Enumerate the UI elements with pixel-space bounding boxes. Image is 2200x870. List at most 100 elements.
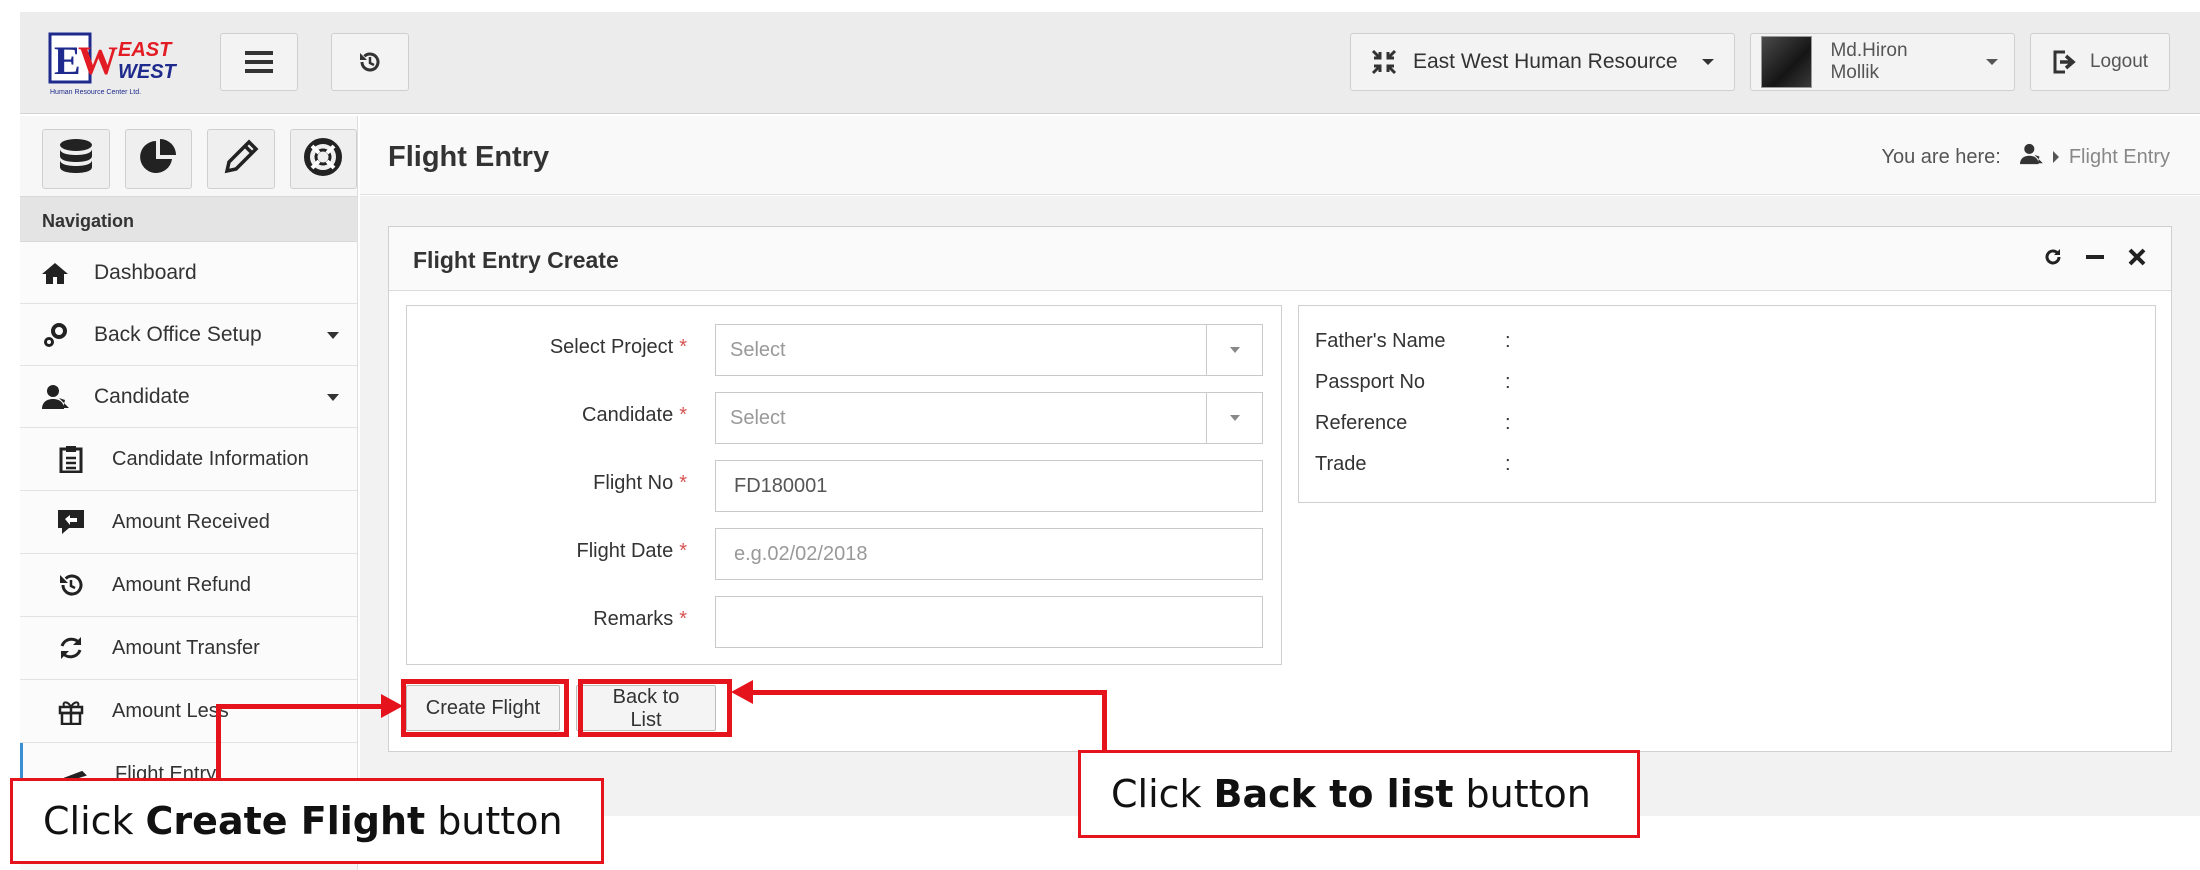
fathers-name-row: Father's Name: [1315,330,1511,352]
candidate-value: Select [730,406,786,429]
reference-row: Reference: [1315,412,1511,434]
sidebar-item-candidate[interactable]: Candidate [20,366,357,428]
panel-tools [2043,247,2147,272]
flight-entry-panel: Flight Entry Create Select Project * Sele… [388,226,2172,752]
panel-title: Flight Entry Create [413,247,619,273]
flight-no-row: Flight No * [407,460,1283,512]
refresh-icon [54,634,88,662]
gift-icon [54,697,88,725]
sidebar-item-amount-received[interactable]: Amount Received [20,491,357,554]
cogs-icon [38,321,72,349]
select-project-label: Select Project * [549,336,687,358]
flight-form: Select Project * Select Candidate * Select… [406,305,1282,665]
back-to-list-callout: Click Back to list button [1078,750,1640,838]
sidebar-item-label: Back Office Setup [94,322,262,346]
minimize-icon[interactable] [2085,247,2105,272]
company-logo[interactable]: E W EAST WEST Human Resource Center Ltd. [48,32,178,102]
avatar [1761,36,1813,88]
life-ring-icon [303,137,343,182]
arrow-right-icon [381,694,403,718]
flight-date-label: Flight Date * [576,540,687,562]
organization-dropdown[interactable]: East West Human Resource [1350,33,1735,91]
chevron-down-icon [1206,393,1262,443]
reload-icon[interactable] [2043,247,2063,272]
back-connector-vertical [1102,690,1107,750]
candidate-info-box: Father's Name: Passport No: Reference: T… [1298,305,2156,503]
remarks-label: Remarks * [593,608,687,630]
arrow-left-icon [731,680,753,704]
remarks-row: Remarks * [407,596,1283,648]
user-name: Md.Hiron Mollik [1830,40,1908,83]
pencil-icon [221,137,261,182]
svg-text:WEST: WEST [118,61,178,83]
select-project-row: Select Project * Select [407,324,1283,376]
hamburger-icon [245,50,273,74]
create-connector-vertical [216,704,221,782]
flight-no-label: Flight No * [593,472,687,494]
svg-text:W: W [78,38,118,83]
top-bar: E W EAST WEST Human Resource Center Ltd.… [20,12,2200,114]
create-flight-highlight [401,679,569,737]
menu-toggle-button[interactable] [220,33,298,91]
sidebar-item-amount-refund[interactable]: Amount Refund [20,554,357,617]
logout-button[interactable]: Logout [2030,33,2170,91]
sidebar-item-amount-less[interactable]: Amount Less [20,680,357,743]
svg-text:E: E [54,38,81,83]
sidebar-item-back-office-setup[interactable]: Back Office Setup [20,304,357,366]
history-icon [54,571,88,599]
organization-name: East West Human Resource [1413,50,1678,73]
select-project-value: Select [730,338,786,361]
chevron-down-icon [1701,59,1714,65]
reports-shortcut-button[interactable] [124,129,192,189]
breadcrumb: You are here: Flight Entry [1881,143,2170,171]
candidate-label: Candidate * [582,404,687,426]
navigation-heading: Navigation [20,196,357,242]
sidebar-item-label: Amount Received [112,510,270,533]
compress-icon [1371,49,1397,75]
sign-out-icon [2052,50,2078,74]
sidebar-shortcuts [20,116,357,196]
flight-date-input[interactable] [715,528,1263,580]
chevron-down-icon [1206,325,1262,375]
create-flight-callout: Click Create Flight button [10,778,604,864]
sidebar-item-candidate-information[interactable]: Candidate Information [20,428,357,491]
history-icon [357,49,383,75]
sidebar-item-label: Amount Transfer [112,636,260,659]
edit-shortcut-button[interactable] [207,129,275,189]
sidebar-item-label: Candidate Information [112,447,309,470]
reply-comment-icon [54,508,88,536]
breadcrumb-current: Flight Entry [2068,145,2170,168]
database-shortcut-button[interactable] [42,129,110,189]
chevron-down-icon [327,332,339,339]
sidebar-item-dashboard[interactable]: Dashboard [20,242,357,304]
select-project-dropdown[interactable]: Select [715,324,1263,376]
sidebar-item-label: Dashboard [94,260,197,284]
close-icon[interactable] [2127,247,2147,272]
remarks-input[interactable] [715,596,1263,648]
back-connector-horizontal [752,690,1107,695]
history-button[interactable] [331,33,409,91]
user-menu-dropdown[interactable]: Md.Hiron Mollik [1750,33,2015,91]
panel-header: Flight Entry Create [389,227,2171,291]
sidebar-item-label: Amount Less [112,699,229,722]
page-header: Flight Entry You are here: Flight Entry [360,116,2200,195]
sidebar-item-label: Amount Refund [112,573,251,596]
pie-chart-icon [138,137,178,182]
sidebar-item-amount-transfer[interactable]: Amount Transfer [20,617,357,680]
sidebar-item-label: Candidate [94,384,190,408]
svg-text:EAST: EAST [118,39,173,61]
flight-no-input[interactable] [715,460,1263,512]
create-connector-horizontal [216,704,386,709]
flight-date-row: Flight Date * [407,528,1283,580]
back-to-list-highlight [578,679,732,737]
chevron-down-icon [1986,59,1998,65]
breadcrumb-prefix: You are here: [1881,145,2001,168]
user-tie-icon[interactable] [2019,143,2043,171]
clipboard-icon [54,445,88,473]
user-tie-icon [38,383,72,411]
svg-text:Human Resource Center Ltd.: Human Resource Center Ltd. [50,89,141,96]
candidate-dropdown[interactable]: Select [715,392,1263,444]
candidate-row: Candidate * Select [407,392,1283,444]
support-shortcut-button[interactable] [289,129,357,189]
home-icon [38,259,72,287]
